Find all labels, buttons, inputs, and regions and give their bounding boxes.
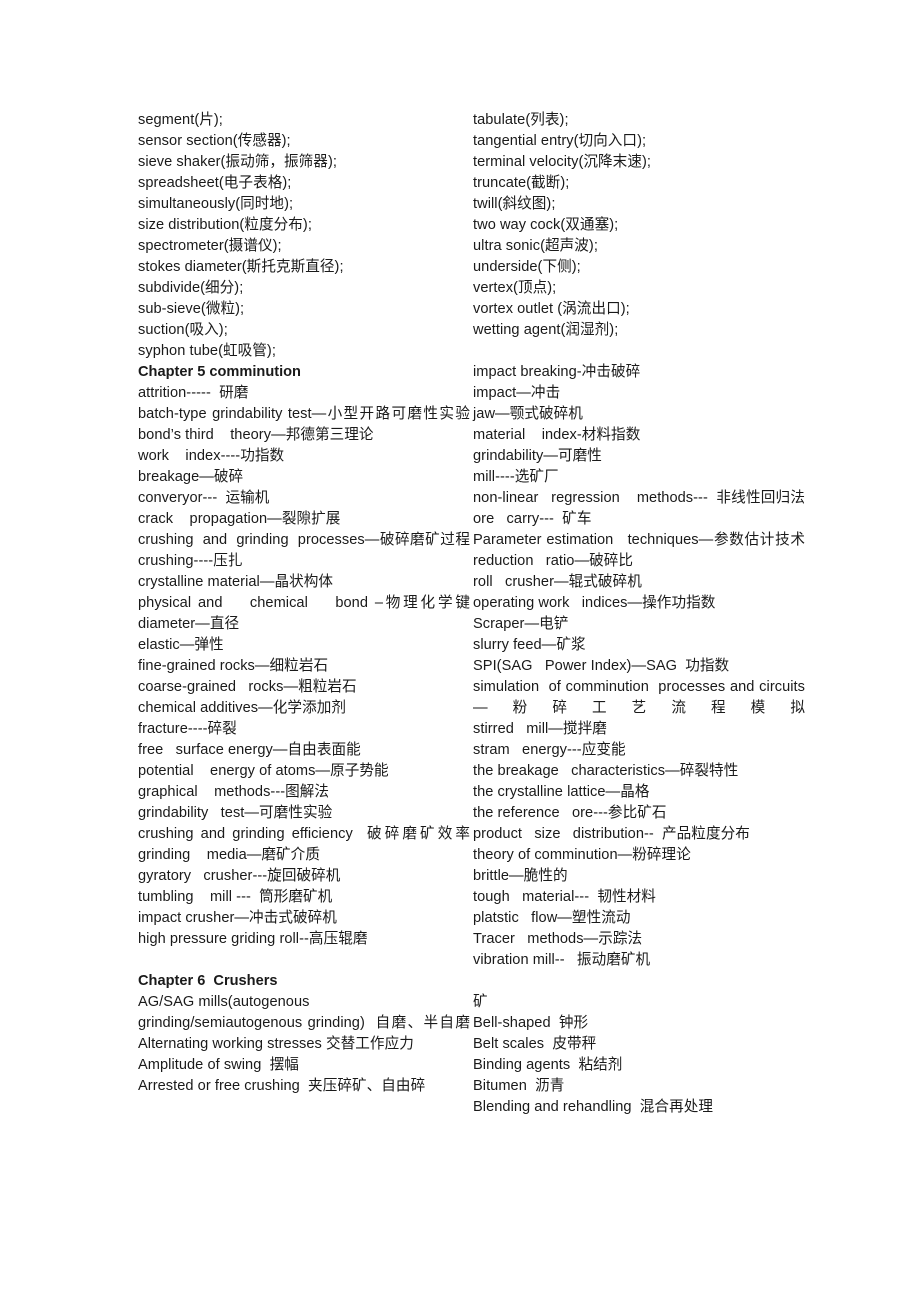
glossary-entry: terminal velocity(沉降末速); <box>473 154 651 170</box>
glossary-entry: attrition----- 研磨 <box>138 385 249 401</box>
document-page: segment(片); sensor section(传感器); sieve sha… <box>0 0 920 1302</box>
glossary-entry: suction(吸入); <box>138 322 228 338</box>
glossary-entry: converyor--- 运输机 <box>138 490 270 506</box>
glossary-entry: vibration mill-- 振动磨矿机 <box>473 952 651 968</box>
glossary-entry: fine-grained rocks—细粒岩石 <box>138 658 329 674</box>
glossary-entry: the breakage characteristics—碎裂特性 <box>473 763 739 779</box>
glossary-entry: Bell-shaped 钟形 <box>473 1015 589 1031</box>
glossary-entry: chemical additives—化学添加剂 <box>138 700 346 716</box>
glossary-entry: Blending and rehandling 混合再处理 <box>473 1099 713 1115</box>
glossary-entry: Alternating working stresses 交替工作应力 <box>138 1036 414 1052</box>
glossary-entry: bond’s third theory—邦德第三理论 <box>138 427 374 443</box>
glossary-entry: two way cock(双通塞); <box>473 217 619 233</box>
glossary-entry: crushing and grinding processes—破碎磨矿过程 <box>138 532 470 548</box>
glossary-entry: platstic flow—塑性流动 <box>473 910 631 926</box>
glossary-entry: size distribution(粒度分布); <box>138 217 312 233</box>
glossary-entry: vortex outlet (涡流出口); <box>473 301 630 317</box>
left-column: segment(片); sensor section(传感器); sieve sha… <box>138 110 470 1097</box>
glossary-entry: work index----功指数 <box>138 448 285 464</box>
glossary-entry: brittle—脆性的 <box>473 868 568 884</box>
right-column: tabulate(列表); tangential entry(切向入口); term… <box>473 110 805 1118</box>
glossary-entry: ore carry--- 矿车 <box>473 511 592 527</box>
glossary-entry: high pressure griding roll--高压辊磨 <box>138 931 368 947</box>
glossary-entry: tough material--- 韧性材料 <box>473 889 656 905</box>
glossary-entry: gyratory crusher---旋回破碎机 <box>138 868 341 884</box>
glossary-entry: slurry feed—矿浆 <box>473 637 586 653</box>
glossary-entry: free surface energy—自由表面能 <box>138 742 361 758</box>
glossary-entry: grindability—可磨性 <box>473 448 602 464</box>
glossary-entry: impact crusher—冲击式破碎机 <box>138 910 337 926</box>
glossary-entry: elastic—弹性 <box>138 637 224 653</box>
glossary-entry: diameter—直径 <box>138 616 240 632</box>
glossary-entry: jaw—颚式破碎机 <box>473 406 583 422</box>
glossary-entry: Belt scales 皮带秤 <box>473 1036 597 1052</box>
glossary-entry: non-linear regression methods--- 非线性回归法 <box>473 490 805 506</box>
glossary-entry: coarse-grained rocks—粗粒岩石 <box>138 679 357 695</box>
glossary-entry: crystalline material—晶状构体 <box>138 574 334 590</box>
glossary-entry: crushing----压扎 <box>138 553 243 569</box>
glossary-entry: Arrested or free crushing 夹压碎矿、自由碎 <box>138 1078 426 1094</box>
glossary-entry: fracture----碎裂 <box>138 721 237 737</box>
glossary-entry: Amplitude of swing 摆幅 <box>138 1057 299 1073</box>
two-column-layout: segment(片); sensor section(传感器); sieve sha… <box>138 110 805 1118</box>
glossary-entry: twill(斜纹图); <box>473 196 556 212</box>
glossary-entry: wetting agent(润湿剂); <box>473 322 619 338</box>
glossary-entry: truncate(截断); <box>473 175 570 191</box>
glossary-entry: operating work indices—操作功指数 <box>473 595 716 611</box>
glossary-entry: AG/SAG mills(autogenous <box>138 994 310 1010</box>
glossary-entry: physical and chemical bond –物理化学键 <box>138 595 470 611</box>
glossary-entry: grinding/semiautogenous grinding) 自磨、半自磨 <box>138 1015 470 1031</box>
glossary-entry: roll crusher—辊式破碎机 <box>473 574 642 590</box>
glossary-entry: grindability test—可磨性实验 <box>138 805 333 821</box>
glossary-entry: the reference ore---参比矿石 <box>473 805 667 821</box>
glossary-entry: tangential entry(切向入口); <box>473 133 647 149</box>
glossary-entry: theory of comminution—粉碎理论 <box>473 847 691 863</box>
glossary-entry: impact breaking-冲击破碎 <box>473 364 641 380</box>
glossary-entry: ultra sonic(超声波); <box>473 238 598 254</box>
glossary-entry: graphical methods---图解法 <box>138 784 330 800</box>
glossary-entry: SPI(SAG Power Index)—SAG 功指数 <box>473 658 730 674</box>
glossary-entry: impact—冲击 <box>473 385 561 401</box>
chapter-heading: Chapter 6 Crushers <box>138 973 278 989</box>
glossary-entry: syphon tube(虹吸管); <box>138 343 276 359</box>
glossary-entry: crack propagation—裂隙扩展 <box>138 511 341 527</box>
glossary-entry: Parameter estimation techniques—参数估计技术 <box>473 532 805 548</box>
chapter-heading: Chapter 5 comminution <box>138 364 301 380</box>
glossary-entry: simultaneously(同时地); <box>138 196 294 212</box>
glossary-entry: stirred mill—搅拌磨 <box>473 721 607 737</box>
glossary-entry: crushing and grinding efficiency 破碎磨矿效率 <box>138 826 470 842</box>
glossary-entry: underside(下侧); <box>473 259 581 275</box>
glossary-entry: stram energy---应变能 <box>473 742 626 758</box>
glossary-entry: sensor section(传感器); <box>138 133 291 149</box>
glossary-entry: subdivide(细分); <box>138 280 244 296</box>
glossary-entry: product size distribution-- 产品粒度分布 <box>473 826 750 842</box>
glossary-entry: breakage—破碎 <box>138 469 244 485</box>
glossary-entry: the crystalline lattice—晶格 <box>473 784 650 800</box>
glossary-entry: potential energy of atoms—原子势能 <box>138 763 389 779</box>
glossary-entry: spectrometer(摄谱仪); <box>138 238 282 254</box>
glossary-entry: tabulate(列表); <box>473 112 569 128</box>
glossary-entry: spreadsheet(电子表格); <box>138 175 292 191</box>
glossary-entry: vertex(顶点); <box>473 280 557 296</box>
glossary-entry: simulation of comminution processes and … <box>473 679 805 716</box>
glossary-entry: segment(片); <box>138 112 223 128</box>
glossary-entry: reduction ratio—破碎比 <box>473 553 634 569</box>
glossary-entry: mill----选矿厂 <box>473 469 559 485</box>
glossary-entry: sieve shaker(振动筛，振筛器); <box>138 154 337 170</box>
glossary-entry: Scraper—电铲 <box>473 616 569 632</box>
glossary-entry: grinding media—磨矿介质 <box>138 847 320 863</box>
glossary-entry: batch-type grindability test—小型开路可磨性实验 <box>138 406 470 422</box>
glossary-entry: sub-sieve(微粒); <box>138 301 245 317</box>
glossary-entry: 矿 <box>473 994 488 1010</box>
glossary-entry: Bitumen 沥青 <box>473 1078 565 1094</box>
glossary-entry: Binding agents 粘结剂 <box>473 1057 623 1073</box>
glossary-entry: tumbling mill --- 筒形磨矿机 <box>138 889 333 905</box>
glossary-entry: material index-材料指数 <box>473 427 641 443</box>
glossary-entry: stokes diameter(斯托克斯直径); <box>138 259 344 275</box>
glossary-entry: Tracer methods—示踪法 <box>473 931 643 947</box>
